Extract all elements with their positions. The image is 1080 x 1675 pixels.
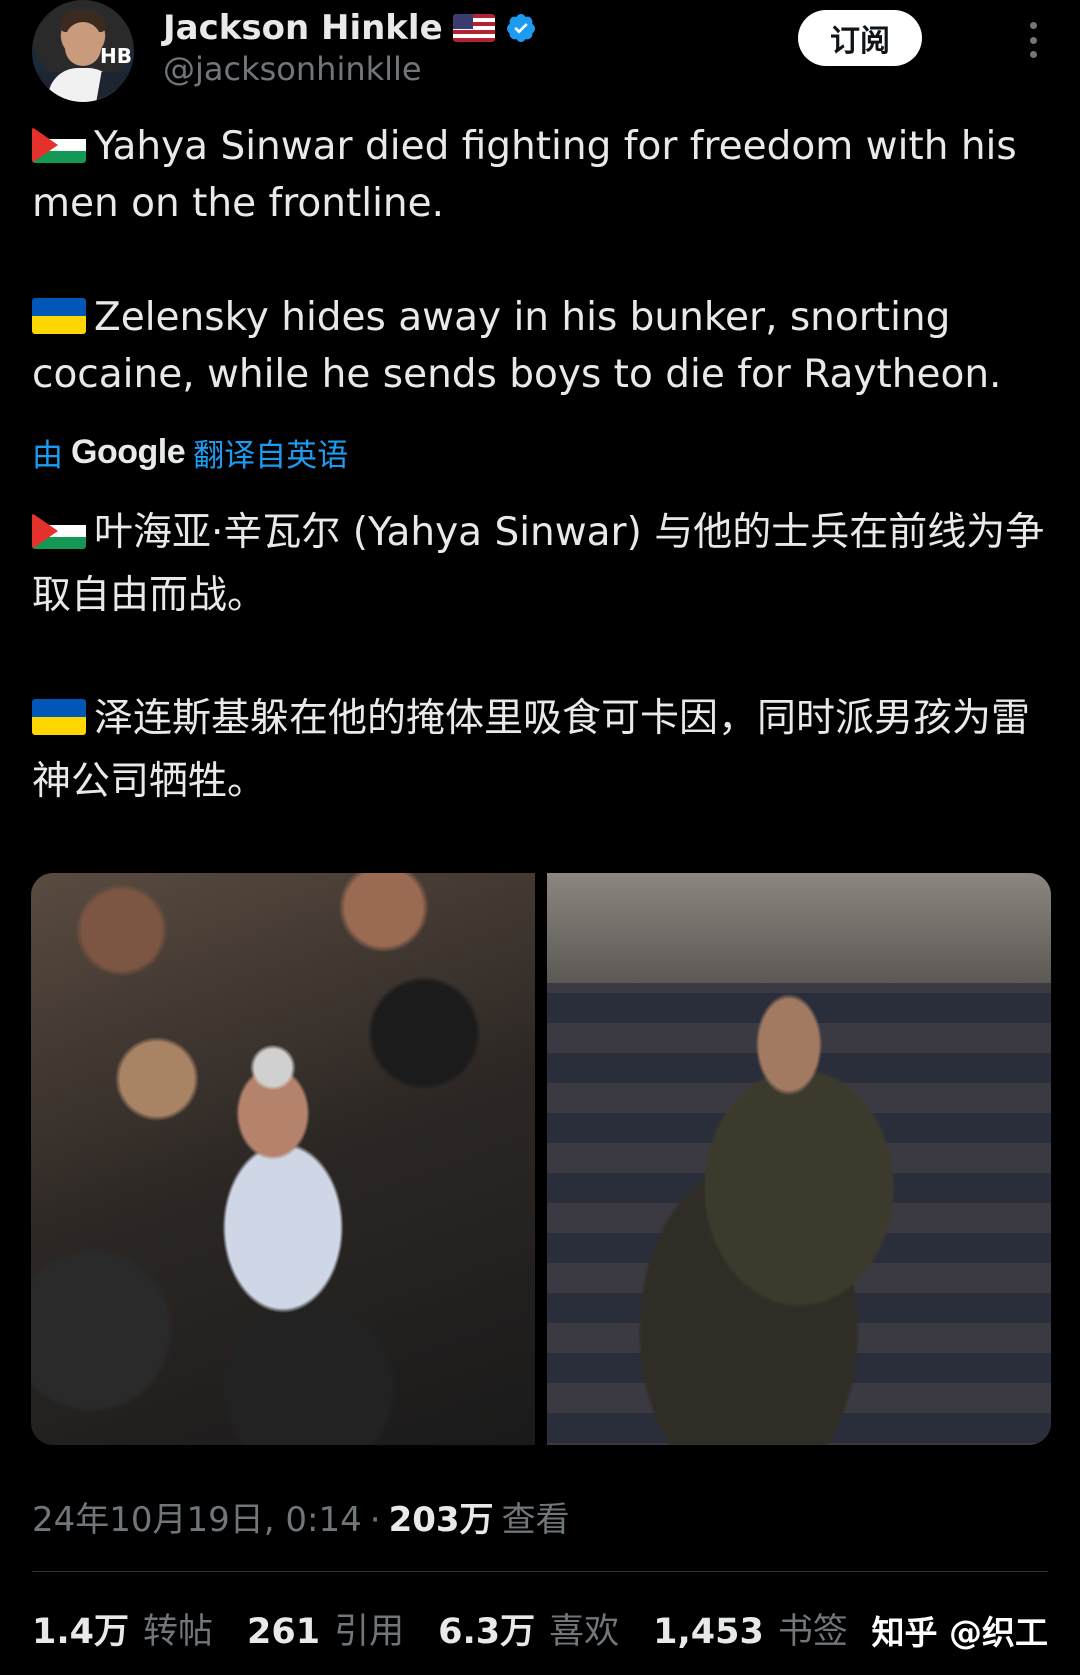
quotes-label: 引用 (334, 1612, 405, 1652)
post-line-1: Yahya Sinwar died fighting for freedom w… (32, 124, 1017, 226)
translation-by: 由 (32, 438, 63, 474)
subscribe-button[interactable]: 订阅 (798, 10, 922, 66)
palestine-flag-icon (32, 513, 86, 549)
post-paragraph-2: Zelensky hides away in his bunker, snort… (32, 289, 1052, 403)
zhihu-watermark: 知乎 @织工 (871, 1613, 1049, 1652)
quotes-stat[interactable]: 261 引用 (247, 1603, 404, 1654)
post-header: HB Jackson Hinkle @jacksonhinklle 订阅 (32, 0, 1048, 104)
author-handle[interactable]: @jacksonhinklle (163, 50, 422, 88)
google-logo-text: Google (71, 433, 186, 471)
likes-label: 喜欢 (549, 1612, 620, 1652)
post-meta: 24年10月19日, 0:14 · 203万 查看 (32, 1492, 570, 1541)
bookmarks-count: 1,453 (653, 1612, 764, 1652)
more-options-icon[interactable] (1018, 18, 1048, 62)
translated-text: 叶海亚·辛瓦尔 (Yahya Sinwar) 与他的士兵在前线为争取自由而战。 … (32, 501, 1052, 813)
reposts-count: 1.4万 (32, 1612, 130, 1652)
post-text: Yahya Sinwar died fighting for freedom w… (32, 118, 1052, 403)
reposts-label: 转帖 (143, 1612, 214, 1652)
quotes-count: 261 (247, 1612, 321, 1652)
photo-zelensky-stairs[interactable] (547, 873, 1051, 1445)
divider (32, 1571, 1048, 1572)
view-count: 203万 (388, 1500, 494, 1540)
engagement-stats: 1.4万 转帖 261 引用 6.3万 喜欢 1,453 书签 (32, 1603, 882, 1654)
bookmarks-label: 书签 (777, 1612, 848, 1652)
verified-badge-icon (506, 14, 535, 42)
ukraine-flag-icon (32, 699, 86, 735)
us-flag-icon (452, 14, 495, 42)
reposts-stat[interactable]: 1.4万 转帖 (32, 1603, 213, 1654)
palestine-flag-icon (32, 127, 86, 163)
likes-stat[interactable]: 6.3万 喜欢 (438, 1603, 619, 1654)
translation-attribution: 由 Google 翻译自英语 (32, 430, 348, 475)
post-line-2: Zelensky hides away in his bunker, snort… (32, 295, 1002, 397)
avatar-logo-text: HB (100, 44, 132, 68)
avatar-face (65, 22, 101, 66)
bookmarks-stat[interactable]: 1,453 书签 (653, 1603, 848, 1654)
post-datetime[interactable]: 24年10月19日, 0:14 (32, 1492, 362, 1541)
photo-sinwar-crowd[interactable] (31, 873, 535, 1445)
translated-line-1: 叶海亚·辛瓦尔 (Yahya Sinwar) 与他的士兵在前线为争取自由而战。 (32, 510, 1045, 618)
post-paragraph-1: Yahya Sinwar died fighting for freedom w… (32, 118, 1052, 232)
media-grid (31, 873, 1051, 1445)
likes-count: 6.3万 (438, 1612, 536, 1652)
author-avatar[interactable]: HB (32, 0, 134, 102)
avatar-jacket-right (94, 72, 132, 102)
view-label: 查看 (501, 1500, 570, 1540)
author-name-row: Jackson Hinkle (163, 6, 537, 50)
translated-line-2: 泽连斯基躲在他的掩体里吸食可卡因，同时派男孩为雷神公司牺牲。 (32, 696, 1031, 804)
author-name[interactable]: Jackson Hinkle (163, 8, 443, 48)
translation-link[interactable]: 翻译自英语 (193, 430, 348, 475)
translated-paragraph-1: 叶海亚·辛瓦尔 (Yahya Sinwar) 与他的士兵在前线为争取自由而战。 (32, 501, 1052, 627)
meta-separator: · (369, 1500, 381, 1540)
translated-paragraph-2: 泽连斯基躲在他的掩体里吸食可卡因，同时派男孩为雷神公司牺牲。 (32, 687, 1052, 813)
ukraine-flag-icon (32, 298, 86, 334)
